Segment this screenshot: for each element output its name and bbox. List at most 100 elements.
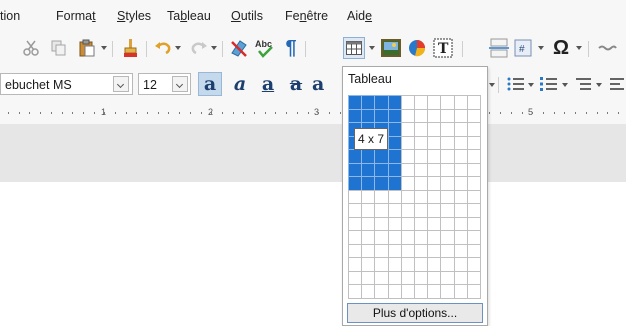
table-grid-cell[interactable] [400,176,415,191]
clear-formatting-icon[interactable] [228,37,250,59]
spelling-icon[interactable]: Abc [254,37,276,59]
insert-image-icon[interactable] [380,37,402,59]
table-grid-cell[interactable] [427,108,442,123]
undo-dropdown-caret[interactable] [175,46,181,50]
table-grid-cell[interactable] [427,189,442,204]
numbered-list-icon[interactable] [538,73,560,95]
table-grid-cell[interactable] [374,216,389,231]
table-grid-cell[interactable] [387,216,402,231]
table-grid-cell[interactable] [361,176,376,191]
table-grid-cell[interactable] [414,243,429,258]
outline-list-dropdown-caret[interactable] [596,83,602,87]
table-grid-cell[interactable] [348,230,363,245]
table-grid-cell[interactable] [427,203,442,218]
table-grid-cell[interactable] [348,189,363,204]
text-box-icon[interactable]: T [432,37,454,59]
table-grid-cell[interactable] [348,216,363,231]
table-grid-cell[interactable] [466,149,481,164]
bullet-list-dropdown-caret[interactable] [528,83,534,87]
table-grid-cell[interactable] [466,270,481,285]
table-grid-cell[interactable] [427,270,442,285]
table-grid-cell[interactable] [427,135,442,150]
document-page[interactable] [0,182,626,326]
table-grid-cell[interactable] [440,162,455,177]
table-grid-cell[interactable] [374,162,389,177]
clone-formatting-icon[interactable] [119,37,141,59]
table-grid-cell[interactable] [414,270,429,285]
table-grid-cell[interactable] [348,162,363,177]
table-grid-cell[interactable] [400,95,415,110]
table-grid-cell[interactable] [414,135,429,150]
table-grid-cell[interactable] [400,108,415,123]
table-grid-cell[interactable] [400,189,415,204]
table-grid-cell[interactable] [453,230,468,245]
table-grid-cell[interactable] [414,203,429,218]
redo-icon[interactable] [188,37,210,59]
paste-icon[interactable] [76,37,98,59]
table-grid-cell[interactable] [361,95,376,110]
table-grid-cell[interactable] [400,162,415,177]
table-grid-cell[interactable] [361,257,376,272]
table-grid-cell[interactable] [440,203,455,218]
table-grid-cell[interactable] [374,257,389,272]
table-grid-cell[interactable] [348,95,363,110]
table-grid-cell[interactable] [440,257,455,272]
undo-icon[interactable] [152,37,174,59]
table-grid-cell[interactable] [453,203,468,218]
table-grid-cell[interactable] [440,270,455,285]
table-grid-cell[interactable] [361,108,376,123]
table-grid-cell[interactable] [387,284,402,299]
table-grid-cell[interactable] [440,95,455,110]
table-grid-cell[interactable] [414,257,429,272]
table-grid-cell[interactable] [374,108,389,123]
table-grid-cell[interactable] [374,270,389,285]
table-grid-cell[interactable] [414,284,429,299]
table-grid-cell[interactable] [348,203,363,218]
table-grid-cell[interactable] [374,189,389,204]
table-grid-cell[interactable] [414,108,429,123]
menu-tableau[interactable]: Tableau [167,9,211,23]
table-grid-cell[interactable] [466,189,481,204]
table-grid-cell[interactable] [453,122,468,137]
table-grid-cell[interactable] [427,122,442,137]
table-grid-cell[interactable] [348,243,363,258]
table-grid-cell[interactable] [414,162,429,177]
table-grid-cell[interactable] [374,149,389,164]
field-icon[interactable]: # [512,37,534,59]
table-grid-cell[interactable] [466,176,481,191]
table-grid-cell[interactable] [387,95,402,110]
table-grid-cell[interactable] [453,257,468,272]
table-grid-cell[interactable] [361,230,376,245]
table-grid-cell[interactable] [348,108,363,123]
table-grid-cell[interactable] [361,149,376,164]
table-grid-cell[interactable] [440,216,455,231]
horizontal-ruler[interactable]: 1 2 3 5 [0,104,626,124]
table-grid-cell[interactable] [466,122,481,137]
outline-list-icon[interactable] [572,73,594,95]
table-grid-cell[interactable] [466,257,481,272]
table-grid-cell[interactable] [400,243,415,258]
table-grid-cell[interactable] [400,149,415,164]
table-grid-cell[interactable] [453,270,468,285]
table-grid-cell[interactable] [466,95,481,110]
table-grid-cell[interactable] [427,95,442,110]
table-grid-cell[interactable] [361,270,376,285]
table-grid-cell[interactable] [414,122,429,137]
table-grid-cell[interactable] [427,162,442,177]
table-grid-cell[interactable] [453,216,468,231]
table-grid-cell[interactable] [414,176,429,191]
table-grid-cell[interactable] [361,216,376,231]
page-break-icon[interactable] [488,37,510,59]
table-grid-cell[interactable] [387,149,402,164]
table-grid-cell[interactable] [400,216,415,231]
menu-format[interactable]: Format [56,9,96,23]
table-grid-cell[interactable] [466,135,481,150]
table-grid-cell[interactable] [387,189,402,204]
table-grid-cell[interactable] [440,108,455,123]
numbered-list-dropdown-caret[interactable] [562,83,568,87]
table-grid-cell[interactable] [387,122,402,137]
table-grid-cell[interactable] [361,162,376,177]
special-character-dropdown-caret[interactable] [576,46,582,50]
table-grid-cell[interactable] [348,149,363,164]
table-grid-cell[interactable] [466,243,481,258]
